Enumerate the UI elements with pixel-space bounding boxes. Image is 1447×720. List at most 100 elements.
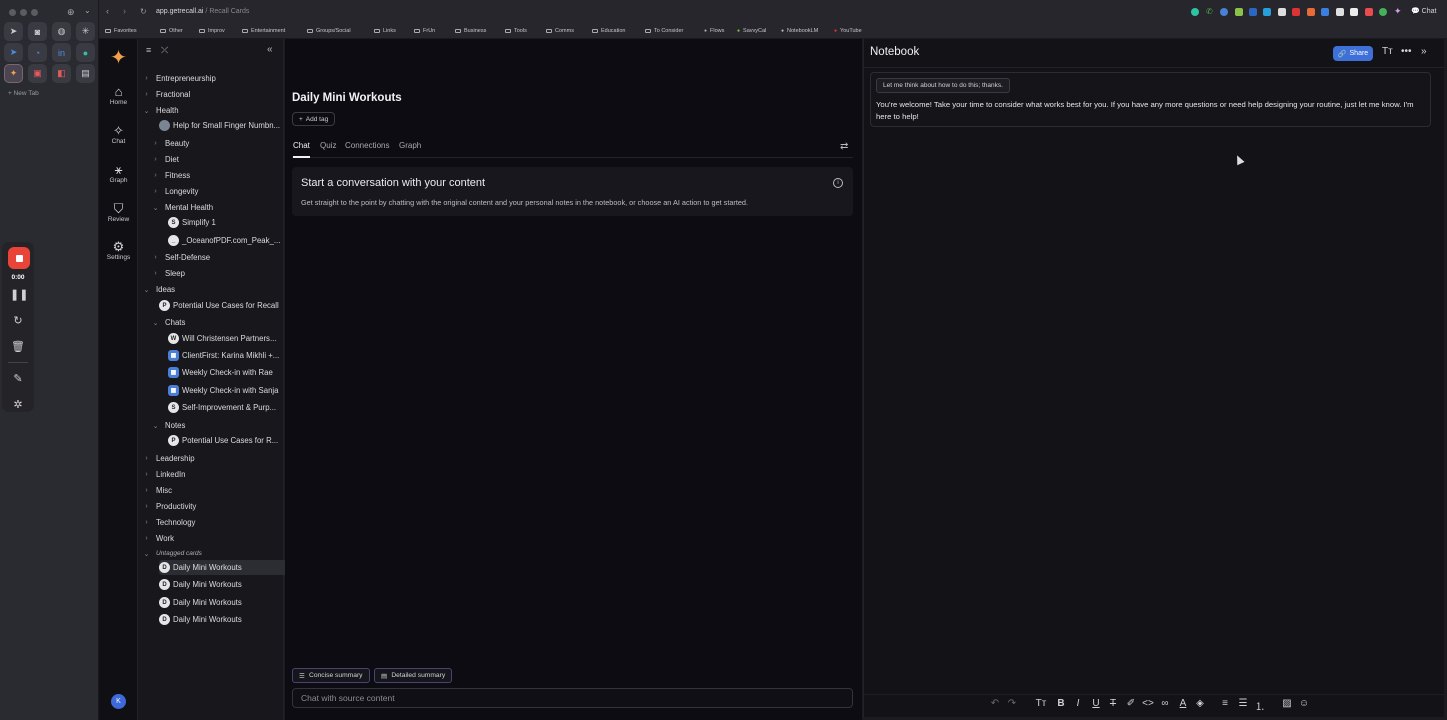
bookmark-item[interactable]: Links <box>374 25 396 37</box>
emoji-icon[interactable]: ☺ <box>1297 698 1311 709</box>
strikethrough-icon[interactable]: T <box>1106 698 1120 709</box>
extension-icon[interactable] <box>1336 8 1344 16</box>
tag-folder[interactable]: › Self-Defense <box>151 250 282 265</box>
pinned-tab-12[interactable]: ▤ <box>76 64 95 83</box>
code-icon[interactable]: <> <box>1141 698 1155 709</box>
share-button[interactable]: 🔗 Share <box>1333 46 1373 61</box>
pinned-tab-11[interactable]: ◧ <box>52 64 71 83</box>
card-item[interactable]: Help for Small Finger Numbn... <box>159 118 290 133</box>
card-item[interactable]: _ _OceanofPDF.com_Peak_... <box>168 233 290 248</box>
card-item[interactable]: S Self-Improvement & Purp... <box>168 400 290 415</box>
extension-icon[interactable] <box>1350 8 1358 16</box>
bullet-list-icon[interactable]: ☰ <box>1236 698 1250 709</box>
undo-icon[interactable]: ↶ <box>988 698 1002 709</box>
filter-icon[interactable]: ≡ <box>146 45 151 55</box>
back-icon[interactable]: ‹ <box>106 6 109 16</box>
extension-icon[interactable] <box>1235 8 1243 16</box>
tag-folder[interactable]: › Longevity <box>151 184 282 199</box>
tag-folder[interactable]: › Work <box>142 531 282 546</box>
close-panel-icon[interactable]: » <box>1421 46 1427 57</box>
card-item[interactable]: P Potential Use Cases for Recall <box>159 298 290 313</box>
italic-icon[interactable]: I <box>1071 698 1085 709</box>
bookmark-item[interactable]: Entertainment <box>242 25 285 37</box>
bookmark-item[interactable]: FrUn <box>414 25 435 37</box>
extension-icon[interactable] <box>1278 8 1286 16</box>
bookmark-item[interactable]: Groups/Social <box>307 25 351 37</box>
pinned-tab-1[interactable]: ➤ <box>4 22 23 41</box>
tag-folder[interactable]: ⌄ Untagged cards <box>142 546 282 561</box>
stop-recording-button[interactable] <box>8 247 30 269</box>
extension-icon[interactable] <box>1263 8 1271 16</box>
chevron-down-icon[interactable]: ⌄ <box>84 6 91 15</box>
add-tag-button[interactable]: + Add tag <box>292 112 336 126</box>
bookmark-item[interactable]: To Consider <box>645 25 683 37</box>
fill-color-icon[interactable]: ◈ <box>1193 698 1207 709</box>
bookmark-item[interactable]: Favorites <box>105 25 137 37</box>
tag-folder[interactable]: › Entrepreneurship <box>142 71 282 86</box>
bookmark-item[interactable]: ● SavvyCal <box>737 25 766 37</box>
pinned-tab-2[interactable]: ◙ <box>28 22 47 41</box>
image-icon[interactable]: ▨ <box>1280 698 1294 709</box>
card-item[interactable]: D Daily Mini Workouts <box>159 595 290 610</box>
note-text[interactable]: You're welcome! Take your time to consid… <box>876 99 1426 123</box>
chevron-right-icon[interactable]: › <box>142 487 151 494</box>
chevron-right-icon[interactable]: › <box>142 535 151 542</box>
chevron-right-icon[interactable]: › <box>142 503 151 510</box>
pdf-extension-icon[interactable] <box>1292 8 1300 16</box>
chevron-right-icon[interactable]: › <box>142 471 151 478</box>
tab-graph[interactable]: Graph <box>399 141 421 150</box>
card-item[interactable]: S Simplify 1 <box>168 215 290 230</box>
linkedin-tab[interactable]: in <box>52 43 71 62</box>
tag-folder[interactable]: ⌄ Notes <box>151 418 282 433</box>
new-tab-button[interactable]: + New Tab <box>8 90 39 97</box>
pen-icon[interactable]: ✎ <box>10 372 26 386</box>
nav-graph[interactable]: ⚹ Graph <box>99 162 138 184</box>
trash-icon[interactable]: 🗑 <box>10 340 26 354</box>
close-window-dot[interactable] <box>9 9 16 16</box>
nav-review[interactable]: ⛉ Review <box>99 201 138 223</box>
extension-icon[interactable] <box>1365 8 1373 16</box>
tag-folder[interactable]: ⌄ Chats <box>151 315 282 330</box>
bookmark-item[interactable]: Education <box>592 25 625 37</box>
nav-home[interactable]: ⌂ Home <box>99 84 138 106</box>
more-icon[interactable]: ••• <box>1401 46 1412 57</box>
nav-settings[interactable]: ⚙ Settings <box>99 239 138 261</box>
bold-icon[interactable]: B <box>1054 698 1068 709</box>
font-color-icon[interactable]: A <box>1176 698 1190 709</box>
browser-chat-button[interactable]: 💬 Chat <box>1411 7 1436 15</box>
tab-connections[interactable]: Connections <box>345 141 389 150</box>
chevron-down-icon[interactable]: ⌄ <box>151 319 160 327</box>
bookmark-item[interactable]: Other <box>160 25 183 37</box>
tag-folder[interactable]: › Productivity <box>142 499 282 514</box>
extension-icon[interactable] <box>1220 8 1228 16</box>
collapse-sidebar-icon[interactable]: « <box>267 44 273 55</box>
chevron-right-icon[interactable]: › <box>142 75 151 82</box>
tag-folder[interactable]: › Diet <box>151 152 282 167</box>
chevron-right-icon[interactable]: › <box>151 140 160 147</box>
notebook-note[interactable]: Let me think about how to do this; thank… <box>870 72 1431 127</box>
info-icon[interactable]: i <box>833 178 843 188</box>
tag-folder[interactable]: › Sleep <box>151 266 282 281</box>
reload-icon[interactable]: ↻ <box>140 7 147 16</box>
collapse-all-icon[interactable]: ⤫ <box>161 45 168 56</box>
chevron-down-icon[interactable]: ⌄ <box>151 204 160 212</box>
bookmark-item[interactable]: Business <box>455 25 486 37</box>
tag-folder[interactable]: › Technology <box>142 515 282 530</box>
pinned-tab-3[interactable]: ◍ <box>52 22 71 41</box>
zoom-window-dot[interactable] <box>31 9 38 16</box>
restart-icon[interactable]: ↻ <box>10 314 26 328</box>
bookmark-item[interactable]: ● NotebookLM <box>781 25 818 37</box>
chat-input[interactable]: Chat with source content <box>292 688 853 708</box>
pinned-tab-8[interactable]: ● <box>76 43 95 62</box>
extension-icon[interactable] <box>1307 8 1315 16</box>
tag-folder[interactable]: › Fitness <box>151 168 282 183</box>
chevron-right-icon[interactable]: › <box>151 254 160 261</box>
pinned-tab-10[interactable]: ▣ <box>28 64 47 83</box>
minimize-window-dot[interactable] <box>20 9 27 16</box>
link-icon[interactable]: ∞ <box>1158 698 1172 709</box>
card-item[interactable]: D Daily Mini Workouts <box>159 577 290 592</box>
card-item[interactable]: P Potential Use Cases for R... <box>168 433 290 448</box>
chevron-right-icon[interactable]: › <box>142 91 151 98</box>
extension-icon[interactable] <box>1321 8 1329 16</box>
sparkle-icon[interactable]: ✦ <box>1394 6 1402 17</box>
